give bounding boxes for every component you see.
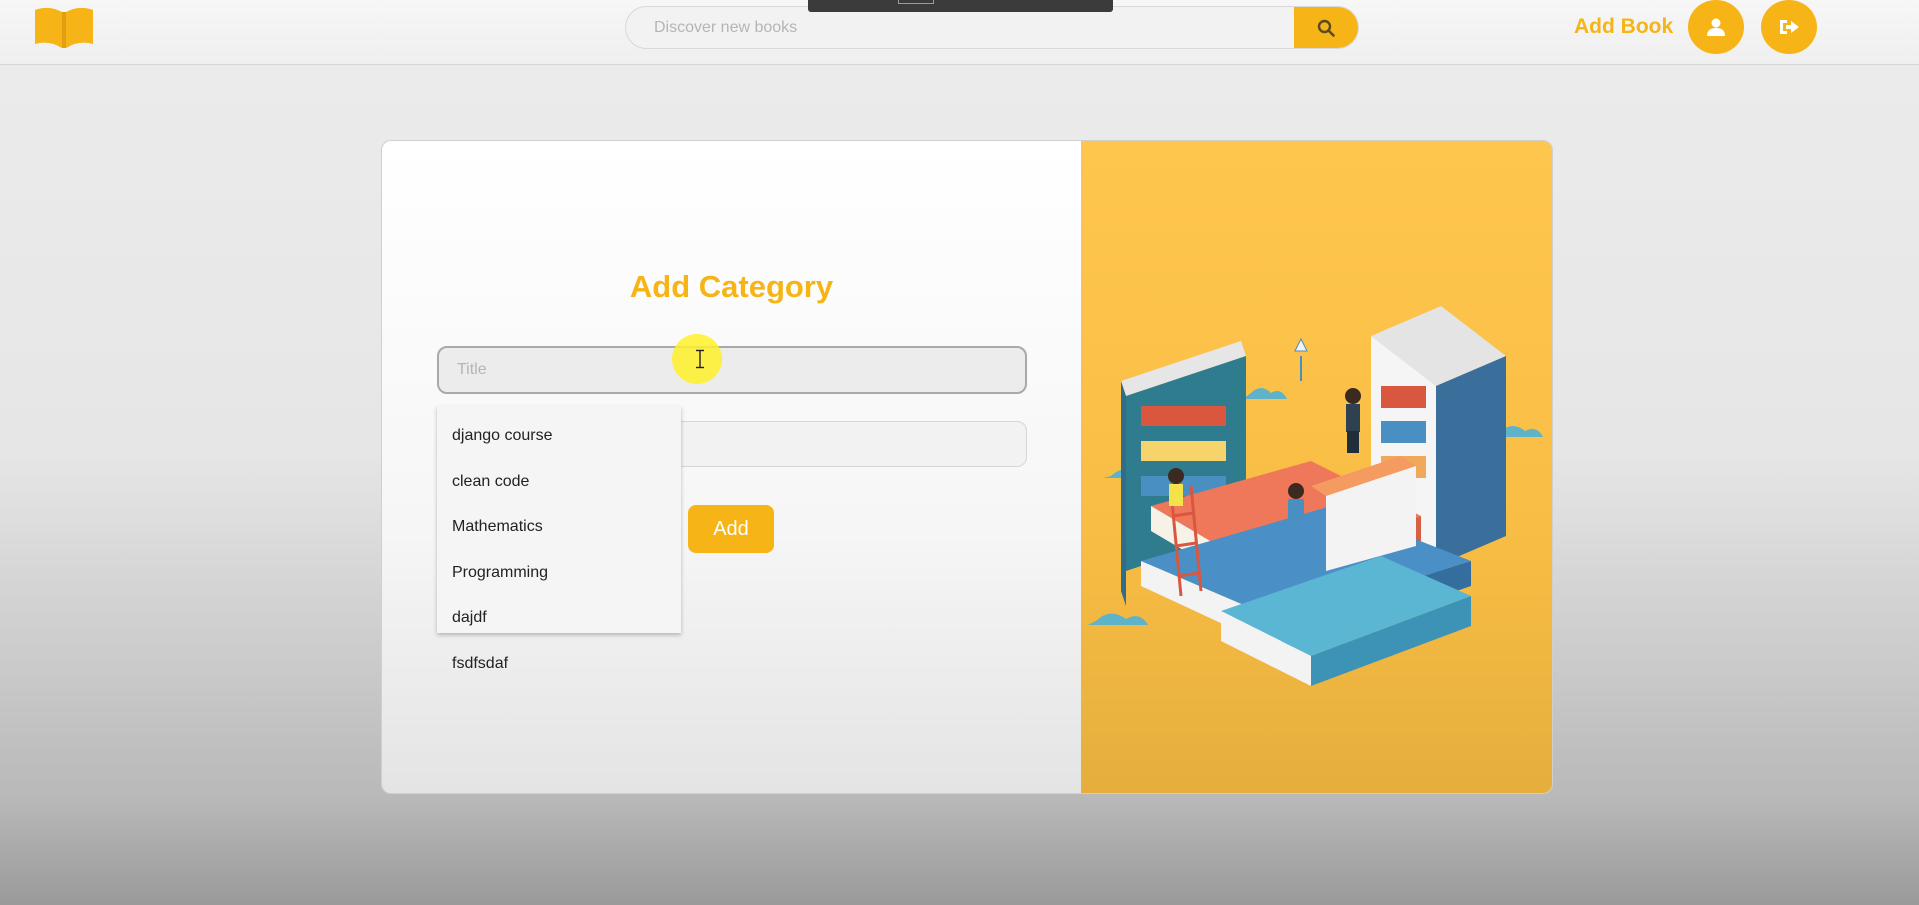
search-icon bbox=[1317, 19, 1335, 37]
search-input[interactable] bbox=[626, 7, 1294, 48]
form-title: Add Category bbox=[629, 269, 834, 304]
suggestion-item[interactable]: Programming bbox=[437, 550, 681, 596]
suggestion-item[interactable]: clean code bbox=[437, 459, 681, 505]
search-bar bbox=[625, 6, 1359, 49]
text-cursor-icon bbox=[696, 349, 704, 369]
suggestion-item[interactable]: fsdfsdaf bbox=[437, 641, 681, 687]
suggestion-item[interactable]: dajdf bbox=[437, 595, 681, 641]
logout-button[interactable] bbox=[1761, 0, 1817, 54]
illustration-panel bbox=[1081, 141, 1552, 793]
user-icon bbox=[1707, 18, 1725, 36]
title-input[interactable] bbox=[437, 346, 1027, 394]
suggestion-item[interactable]: Mathematics bbox=[437, 504, 681, 550]
add-category-card: Add Category Add django course clean cod… bbox=[381, 140, 1553, 794]
open-book-icon[interactable] bbox=[33, 4, 95, 50]
isometric-library-illustration bbox=[1088, 306, 1543, 686]
autocomplete-dropdown: django course clean code Mathematics Pro… bbox=[437, 406, 681, 672]
suggestion-item[interactable]: django course bbox=[437, 413, 681, 459]
search-button[interactable] bbox=[1294, 7, 1358, 48]
add-book-link[interactable]: Add Book bbox=[1574, 15, 1673, 39]
screen-recorder-bar bbox=[808, 0, 1113, 12]
add-button[interactable]: Add bbox=[688, 505, 774, 553]
sign-out-icon bbox=[1780, 20, 1799, 34]
profile-button[interactable] bbox=[1688, 0, 1744, 54]
